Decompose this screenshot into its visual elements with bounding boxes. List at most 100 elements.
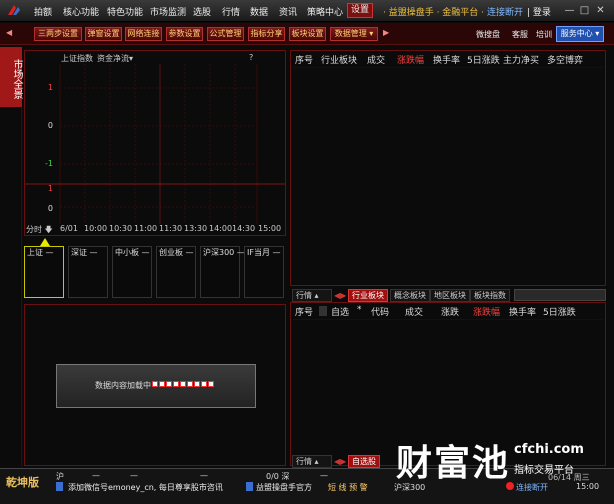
col-header[interactable]: 5日涨跌	[467, 53, 500, 66]
official-icon	[246, 482, 253, 491]
menu-item-quotes[interactable]: 行情	[222, 5, 240, 18]
col-header[interactable]: 涨跌	[441, 305, 459, 318]
toolbar-link-support[interactable]: 客服	[512, 29, 528, 40]
connection-status[interactable]: 连接断开	[516, 482, 548, 493]
col-header-sorted[interactable]: 涨跌幅	[473, 305, 500, 318]
app-title: · 益盟操盘手 · 金融平台 ·	[383, 8, 485, 18]
toolbar-button-sector-setup[interactable]: 板块设置	[289, 27, 326, 41]
col-header[interactable]: 换手率	[433, 53, 460, 66]
sh-dash: —	[200, 471, 208, 480]
menu-item-features[interactable]: 特色功能	[107, 5, 143, 18]
y-tick: -1	[45, 159, 53, 168]
tab-watchlist[interactable]: 自选股	[348, 455, 380, 468]
index-box-hs300[interactable]: 沪深300 —	[200, 246, 245, 298]
index-box-gem[interactable]: 创业板 —	[156, 246, 196, 298]
col-header[interactable]: 自选	[331, 305, 349, 318]
x-tick: 13:30	[184, 224, 208, 233]
star-icon[interactable]: *	[357, 305, 362, 315]
index-box-label: 深证 —	[71, 248, 98, 257]
tab-region-sector[interactable]: 地区板块	[430, 289, 470, 302]
menu-bar: 拍额 核心功能 特色功能 市场监测 选股 行情 数据 资讯 策略中心 设置 · …	[0, 0, 614, 22]
toolbar: ◀ 三两步设置 弹窗设置 网络连接 参数设置 公式管理 指标分享 板块设置 数据…	[0, 23, 614, 45]
index-box-if[interactable]: IF当月 —	[244, 246, 284, 298]
menu-item-data[interactable]: 数据	[250, 5, 268, 18]
col-header[interactable]: 代码	[371, 305, 389, 318]
menu-item-core[interactable]: 核心功能	[63, 5, 99, 18]
add-icon[interactable]	[319, 306, 327, 316]
col-header[interactable]: 5日涨跌	[543, 305, 576, 318]
wechat-icon	[56, 482, 63, 491]
loading-dialog: 数据内容加载中	[56, 364, 256, 408]
menu-item-settings[interactable]: 设置	[347, 3, 374, 18]
tab-concept-sector[interactable]: 概念板块	[390, 289, 430, 302]
toolbar-button-indicator-share[interactable]: 指标分享	[248, 27, 285, 41]
tab-sector-index[interactable]: 板块指数	[470, 289, 510, 302]
login-link[interactable]: | 登录	[527, 5, 551, 18]
menu-item-strategy[interactable]: 策略中心	[307, 5, 343, 18]
service-center-label: 服务中心	[560, 29, 593, 38]
x-tick: 11:30	[159, 224, 183, 233]
col-header[interactable]: 多空博弈	[547, 53, 583, 66]
news-ticker-1[interactable]: 添加微信号emoney_cn, 每日尊享股市咨讯	[68, 482, 223, 493]
x-tick: 14:30	[232, 224, 256, 233]
chart-help-icon[interactable]: ?	[249, 53, 253, 62]
sz-index-label[interactable]: 0/0 深	[266, 471, 289, 482]
col-header[interactable]: 行业板块	[321, 53, 357, 66]
menu-item-stock-pick[interactable]: 选股	[193, 5, 211, 18]
col-header[interactable]: 成交	[367, 53, 385, 66]
index-box-label: 创业板 —	[159, 248, 194, 257]
toolbar-button-params[interactable]: 参数设置	[166, 27, 203, 41]
col-header[interactable]: 序号	[295, 53, 313, 66]
toolbar-button-popup[interactable]: 弹窗设置	[85, 27, 122, 41]
tab-prev-icon[interactable]: ◀▶	[334, 457, 346, 466]
link-status[interactable]: 连接断开	[487, 5, 523, 18]
col-header[interactable]: 主力净买	[503, 53, 539, 66]
tab-quotes[interactable]: 行情 ▴	[292, 455, 332, 468]
menu-item-market-monitor[interactable]: 市场监测	[150, 5, 186, 18]
y-tick: 0	[47, 121, 53, 130]
service-center-button[interactable]: 服务中心 ▾	[556, 26, 604, 42]
period-label[interactable]: 分时 🡇	[26, 224, 53, 238]
loading-dot	[201, 381, 207, 387]
index-box-sz[interactable]: 深证 —	[68, 246, 108, 298]
toolbar-link-wesoupan[interactable]: 微搜盘	[476, 29, 500, 40]
toolbar-button-network[interactable]: 网络连接	[125, 27, 162, 41]
menu-item-paie[interactable]: 拍额	[34, 5, 52, 18]
loading-dot	[208, 381, 214, 387]
y-tick: 0	[47, 204, 53, 213]
tab-industry-sector[interactable]: 行业板块	[348, 289, 388, 302]
data-manage-label: 数据管理	[334, 29, 367, 38]
tab-quotes[interactable]: 行情 ▴	[292, 289, 332, 302]
close-icon[interactable]: ✕	[594, 4, 607, 17]
watchlist-table-header: 序号 自选 * 代码 成交 涨跌 涨跌幅 换手率 5日涨跌	[291, 305, 605, 319]
chevron-right-icon[interactable]: ▶	[383, 28, 389, 37]
tab-prev-icon[interactable]: ◀▶	[334, 291, 346, 300]
index-box-sh[interactable]: 上证 —	[24, 246, 64, 298]
toolbar-button-data-manage[interactable]: 数据管理 ▾	[330, 27, 378, 41]
app-logo-icon[interactable]	[6, 3, 22, 19]
chevron-left-icon[interactable]: ◀	[6, 28, 12, 37]
horizontal-scrollbar[interactable]	[514, 289, 606, 301]
sh-index-label[interactable]: 沪	[56, 471, 64, 482]
col-header-sorted[interactable]: 涨跌幅	[397, 53, 424, 66]
toolbar-link-training[interactable]: 培训	[536, 29, 552, 40]
chart-x-axis: 分时 🡇 6/01 10:00 10:30 11:00 11:30 13:30 …	[24, 224, 286, 236]
maximize-icon[interactable]: □	[578, 4, 591, 17]
toolbar-button-quick-setup[interactable]: 三两步设置	[34, 27, 82, 41]
chart-metric-label: 资金净流	[97, 54, 129, 63]
col-header[interactable]: 序号	[295, 305, 313, 318]
news-ticker-2[interactable]: 益盟操盘手官方	[256, 482, 312, 493]
chart-index-name[interactable]: 上证指数	[61, 53, 93, 64]
col-header[interactable]: 成交	[405, 305, 423, 318]
side-tab-market-panorama[interactable]: 市场全景	[0, 47, 22, 107]
minimize-icon[interactable]: —	[563, 4, 576, 17]
chart-metric-select[interactable]: 资金净流▾	[97, 53, 133, 64]
menu-item-news[interactable]: 资讯	[279, 5, 297, 18]
col-header[interactable]: 换手率	[509, 305, 536, 318]
index-box-label: IF当月 —	[247, 248, 281, 257]
index-box-sme[interactable]: 中小板 —	[112, 246, 152, 298]
x-tick: 10:00	[84, 224, 108, 233]
toolbar-button-formula[interactable]: 公式管理	[207, 27, 244, 41]
sector-tab-row: 行情 ▴ ◀▶ 行业板块 概念板块 地区板块 板块指数	[292, 289, 606, 302]
signal-alerts[interactable]: 短 线 预 警	[328, 482, 368, 493]
